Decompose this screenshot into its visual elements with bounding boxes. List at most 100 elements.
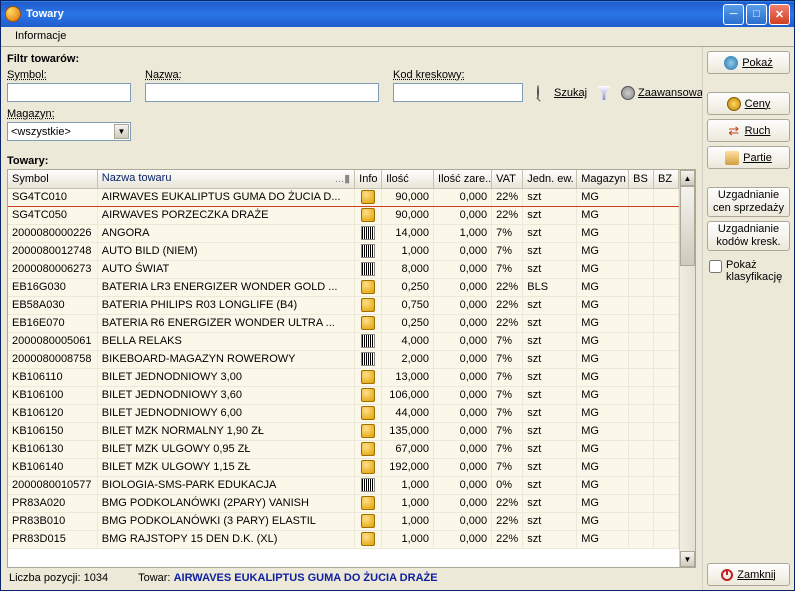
scroll-up-button[interactable]: ▲ — [680, 170, 695, 186]
pokaz-klas-checkbox[interactable]: Pokaż klasyfikację — [707, 255, 790, 287]
gear-icon — [621, 86, 635, 100]
cube-icon — [361, 406, 375, 420]
col-symbol[interactable]: Symbol — [8, 170, 97, 188]
app-icon — [5, 6, 21, 22]
window-title: Towary — [26, 8, 723, 20]
cube-icon — [361, 496, 375, 510]
partie-button[interactable]: Partie — [707, 146, 790, 169]
advanced-link[interactable]: Zaawansowane — [621, 86, 702, 100]
pokaz-button[interactable]: Pokaż — [707, 51, 790, 74]
close-button[interactable]: ✕ — [769, 4, 790, 25]
uzg-kod-button[interactable]: Uzgadnianie kodów kresk. — [707, 221, 790, 251]
table-row[interactable]: 2000080006273AUTO ŚWIAT8,0000,0007%sztMG — [8, 260, 679, 278]
vertical-scrollbar[interactable]: ▲ ▼ — [679, 170, 695, 567]
table-row[interactable]: 2000080000226ANGORA14,0001,0007%sztMG — [8, 224, 679, 242]
refresh-icon — [724, 56, 738, 70]
barcode-icon — [361, 262, 375, 276]
barcode-icon — [361, 478, 375, 492]
uzg-cen-button[interactable]: Uzgadnianie cen sprzedaży — [707, 187, 790, 217]
menubar: Informacje — [1, 27, 794, 47]
grid-title: Towary: — [7, 141, 696, 169]
filter-panel: Filtr towarów: Symbol: Nazwa: Kod kresko… — [7, 51, 696, 141]
col-bz[interactable]: BZ — [654, 170, 679, 188]
grid-wrap: Symbol Nazwa towaru ...▮ Info Ilość Iloś… — [7, 169, 696, 568]
col-mag[interactable]: Magazyn — [577, 170, 629, 188]
table-row[interactable]: PR83D015BMG RAJSTOPY 15 DEN D.K. (XL)1,0… — [8, 530, 679, 548]
filter-title: Filtr towarów: — [7, 51, 696, 69]
table-row[interactable]: SG4TC010AIRWAVES EUKALIPTUS GUMA DO ŻUCI… — [8, 188, 679, 206]
cube-icon — [361, 514, 375, 528]
search-icon — [537, 86, 551, 100]
table-row[interactable]: KB106130BILET MZK ULGOWY 0,95 ZŁ67,0000,… — [8, 440, 679, 458]
barcode-input[interactable] — [393, 83, 523, 102]
zamknij-button[interactable]: Zamknij — [707, 563, 790, 586]
barcode-icon — [361, 244, 375, 258]
minimize-button[interactable]: ─ — [723, 4, 744, 25]
table-row[interactable]: KB106100BILET JEDNODNIOWY 3,60106,0000,0… — [8, 386, 679, 404]
name-label: Nazwa: — [145, 69, 379, 83]
table-row[interactable]: KB106120BILET JEDNODNIOWY 6,0044,0000,00… — [8, 404, 679, 422]
magazyn-label: Magazyn: — [7, 108, 696, 122]
scroll-down-button[interactable]: ▼ — [680, 551, 695, 567]
titlebar: Towary ─ □ ✕ — [1, 1, 794, 27]
status-count: Liczba pozycji: 1034 — [9, 572, 108, 584]
table-row[interactable]: 2000080010577BIOLOGIA-SMS-PARK EDUKACJA1… — [8, 476, 679, 494]
status-bar: Liczba pozycji: 1034 Towar: AIRWAVES EUK… — [7, 568, 696, 586]
cube-icon — [361, 370, 375, 384]
magazyn-combo[interactable]: <wszystkie> ▼ — [7, 122, 131, 141]
symbol-label: Symbol: — [7, 69, 131, 83]
table-row[interactable]: 2000080005061BELLA RELAKS4,0000,0007%szt… — [8, 332, 679, 350]
scroll-thumb[interactable] — [680, 186, 695, 266]
table-row[interactable]: PR83A020BMG PODKOLANÓWKI (2PARY) VANISH1… — [8, 494, 679, 512]
side-panel: Pokaż Ceny ⇄ Ruch Partie Uzgadnianie cen… — [702, 47, 794, 590]
status-towar: Towar: AIRWAVES EUKALIPTUS GUMA DO ŻUCIA… — [138, 572, 437, 584]
cube-icon — [361, 442, 375, 456]
cube-icon — [361, 388, 375, 402]
table-row[interactable]: KB106110BILET JEDNODNIOWY 3,0013,0000,00… — [8, 368, 679, 386]
filter-icon[interactable] — [597, 86, 611, 100]
barcode-icon — [361, 334, 375, 348]
ceny-button[interactable]: Ceny — [707, 92, 790, 115]
ruch-button[interactable]: ⇄ Ruch — [707, 119, 790, 142]
cube-icon — [361, 280, 375, 294]
cube-icon — [361, 190, 375, 204]
cube-icon — [361, 208, 375, 222]
checkbox-input[interactable] — [709, 260, 722, 273]
chevron-down-icon: ▼ — [114, 124, 129, 139]
col-bs[interactable]: BS — [629, 170, 654, 188]
table-row[interactable]: EB58A030BATERIA PHILIPS R03 LONGLIFE (B4… — [8, 296, 679, 314]
barcode-icon — [361, 226, 375, 240]
col-jedn[interactable]: Jedn. ew. — [523, 170, 577, 188]
cube-icon — [361, 460, 375, 474]
data-grid[interactable]: Symbol Nazwa towaru ...▮ Info Ilość Iloś… — [8, 170, 679, 567]
col-name[interactable]: Nazwa towaru ...▮ — [97, 170, 354, 188]
col-ilosc[interactable]: Ilość — [382, 170, 434, 188]
cube-icon — [361, 316, 375, 330]
power-icon — [721, 569, 733, 581]
table-row[interactable]: KB106140BILET MZK ULGOWY 1,15 ZŁ192,0000… — [8, 458, 679, 476]
search-link[interactable]: Szukaj — [537, 86, 587, 100]
box-icon — [725, 151, 739, 165]
name-input[interactable] — [145, 83, 379, 102]
table-row[interactable]: EB16E070BATERIA R6 ENERGIZER WONDER ULTR… — [8, 314, 679, 332]
cube-icon — [361, 532, 375, 546]
header-row: Symbol Nazwa towaru ...▮ Info Ilość Iloś… — [8, 170, 679, 188]
table-row[interactable]: EB16G030BATERIA LR3 ENERGIZER WONDER GOL… — [8, 278, 679, 296]
table-row[interactable]: 2000080012748AUTO BILD (NIEM)1,0000,0007… — [8, 242, 679, 260]
col-vat[interactable]: VAT — [492, 170, 523, 188]
coin-icon — [727, 97, 741, 111]
table-row[interactable]: 2000080008758BIKEBOARD-MAGAZYN ROWEROWY2… — [8, 350, 679, 368]
magazyn-value: <wszystkie> — [11, 126, 71, 138]
barcode-label: Kod kreskowy: — [393, 69, 523, 83]
table-row[interactable]: PR83B010BMG PODKOLANÓWKI (3 PARY) ELASTI… — [8, 512, 679, 530]
cube-icon — [361, 298, 375, 312]
col-info[interactable]: Info — [355, 170, 382, 188]
symbol-input[interactable] — [7, 83, 131, 102]
table-row[interactable]: KB106150BILET MZK NORMALNY 1,90 ZŁ135,00… — [8, 422, 679, 440]
cube-icon — [361, 424, 375, 438]
table-row[interactable]: SG4TC050AIRWAVES PORZECZKA DRAŻE90,0000,… — [8, 206, 679, 224]
barcode-icon — [361, 352, 375, 366]
menu-informacje[interactable]: Informacje — [9, 29, 72, 43]
maximize-button[interactable]: □ — [746, 4, 767, 25]
col-iloscz[interactable]: Ilość zare... — [434, 170, 492, 188]
